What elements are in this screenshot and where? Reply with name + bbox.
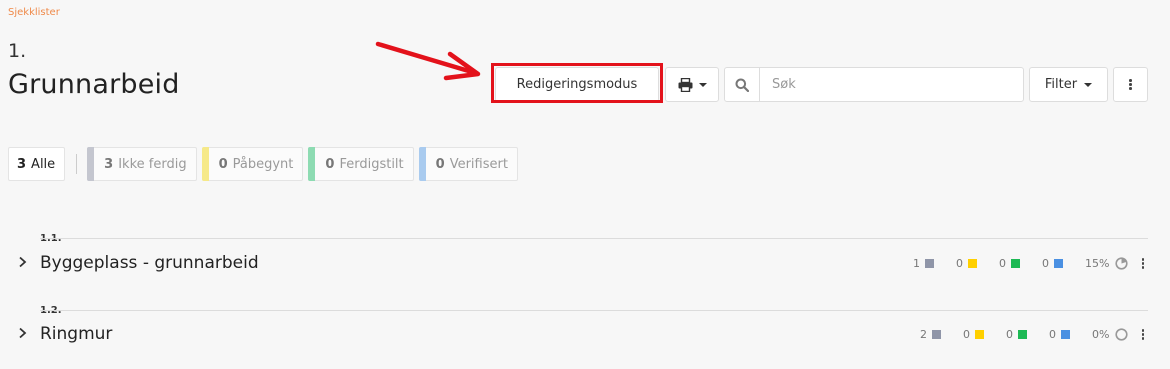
progress-pie-icon <box>1114 257 1128 270</box>
tab-label: Ikke ferdig <box>118 156 187 172</box>
edit-mode-label: Redigeringsmodus <box>516 77 638 92</box>
stat-value: 0 <box>1006 328 1014 341</box>
row-more-icon[interactable] <box>1141 258 1144 269</box>
page-title: Grunnarbeid <box>8 69 180 100</box>
more-options-button[interactable] <box>1113 67 1148 102</box>
status-color-bar <box>418 147 426 181</box>
section-stats: 1 0 0 0 15% <box>913 257 1144 270</box>
status-square-icon <box>925 259 935 268</box>
tab-all[interactable]: 3 Alle <box>8 147 66 181</box>
stat-value: 1 <box>913 257 921 270</box>
tab-count: 0 <box>325 156 335 172</box>
search-box[interactable] <box>724 67 1024 102</box>
stat-value: 2 <box>920 328 928 341</box>
stat-not-done: 2 <box>920 328 942 341</box>
chevron-right-icon[interactable] <box>18 327 28 339</box>
annotation-arrow-icon <box>375 41 481 81</box>
status-square-icon <box>1018 330 1028 339</box>
stat-value: 0 <box>999 257 1007 270</box>
stat-value: 0 <box>1049 328 1057 341</box>
tab-done[interactable]: 0 Ferdigstilt <box>308 147 414 181</box>
divider <box>40 238 1148 239</box>
progress-pie-icon <box>1114 328 1128 341</box>
print-button[interactable] <box>665 67 719 102</box>
tab-label: Verifisert <box>449 156 508 172</box>
tab-label: Ferdigstilt <box>339 156 404 172</box>
filter-label: Filter <box>1044 77 1078 92</box>
tab-count: 0 <box>435 156 445 172</box>
print-icon <box>678 77 692 92</box>
search-icon-cell <box>725 68 760 101</box>
stat-verified: 0 <box>1042 257 1064 270</box>
progress-percent: 0% <box>1092 328 1110 341</box>
status-square-icon <box>1061 330 1071 339</box>
status-color-bar <box>87 147 95 181</box>
chevron-down-icon <box>1084 82 1093 87</box>
search-icon <box>735 78 749 92</box>
search-input[interactable] <box>760 68 1023 101</box>
edit-mode-button[interactable]: Redigeringsmodus <box>495 67 659 102</box>
chevron-right-icon[interactable] <box>18 256 28 268</box>
stat-done: 0 <box>1006 328 1028 341</box>
row-more-icon[interactable] <box>1141 329 1144 340</box>
tab-verified[interactable]: 0 Verifisert <box>418 147 518 181</box>
section-title[interactable]: Ringmur <box>40 324 112 344</box>
chevron-down-icon <box>698 82 707 87</box>
stat-done: 0 <box>999 257 1021 270</box>
section-stats: 2 0 0 0 0% <box>920 328 1144 341</box>
section-title[interactable]: Byggeplass - grunnarbeid <box>40 253 259 273</box>
tab-label: Påbegynt <box>232 156 294 172</box>
status-square-icon <box>1054 259 1064 268</box>
tab-divider <box>76 154 78 174</box>
page-number: 1. <box>8 40 27 62</box>
stat-value: 0 <box>956 257 964 270</box>
progress-indicator: 15% <box>1085 257 1128 270</box>
progress-indicator: 0% <box>1092 328 1128 341</box>
filter-button[interactable]: Filter <box>1029 67 1108 102</box>
stat-started: 0 <box>956 257 978 270</box>
divider <box>40 310 1148 311</box>
vertical-dots-icon <box>1129 79 1132 90</box>
status-color-bar <box>308 147 316 181</box>
status-square-icon <box>968 259 978 268</box>
status-square-icon <box>975 330 985 339</box>
status-color-bar <box>201 147 209 181</box>
breadcrumb[interactable]: Sjekklister <box>8 7 60 18</box>
tab-not-done[interactable]: 3 Ikke ferdig <box>87 147 197 181</box>
tab-count: 3 <box>17 156 27 172</box>
tab-count: 3 <box>104 156 114 172</box>
progress-percent: 15% <box>1085 257 1110 270</box>
status-square-icon <box>932 330 942 339</box>
status-square-icon <box>1011 259 1021 268</box>
stat-not-done: 1 <box>913 257 935 270</box>
tab-count: 0 <box>218 156 228 172</box>
tab-started[interactable]: 0 Påbegynt <box>201 147 304 181</box>
stat-verified: 0 <box>1049 328 1071 341</box>
stat-value: 0 <box>963 328 971 341</box>
stat-started: 0 <box>963 328 985 341</box>
tab-label: Alle <box>31 156 56 172</box>
status-filter-tabs: 3 Alle 3 Ikke ferdig 0 Påbegynt 0 Ferdig… <box>8 147 523 181</box>
stat-value: 0 <box>1042 257 1050 270</box>
